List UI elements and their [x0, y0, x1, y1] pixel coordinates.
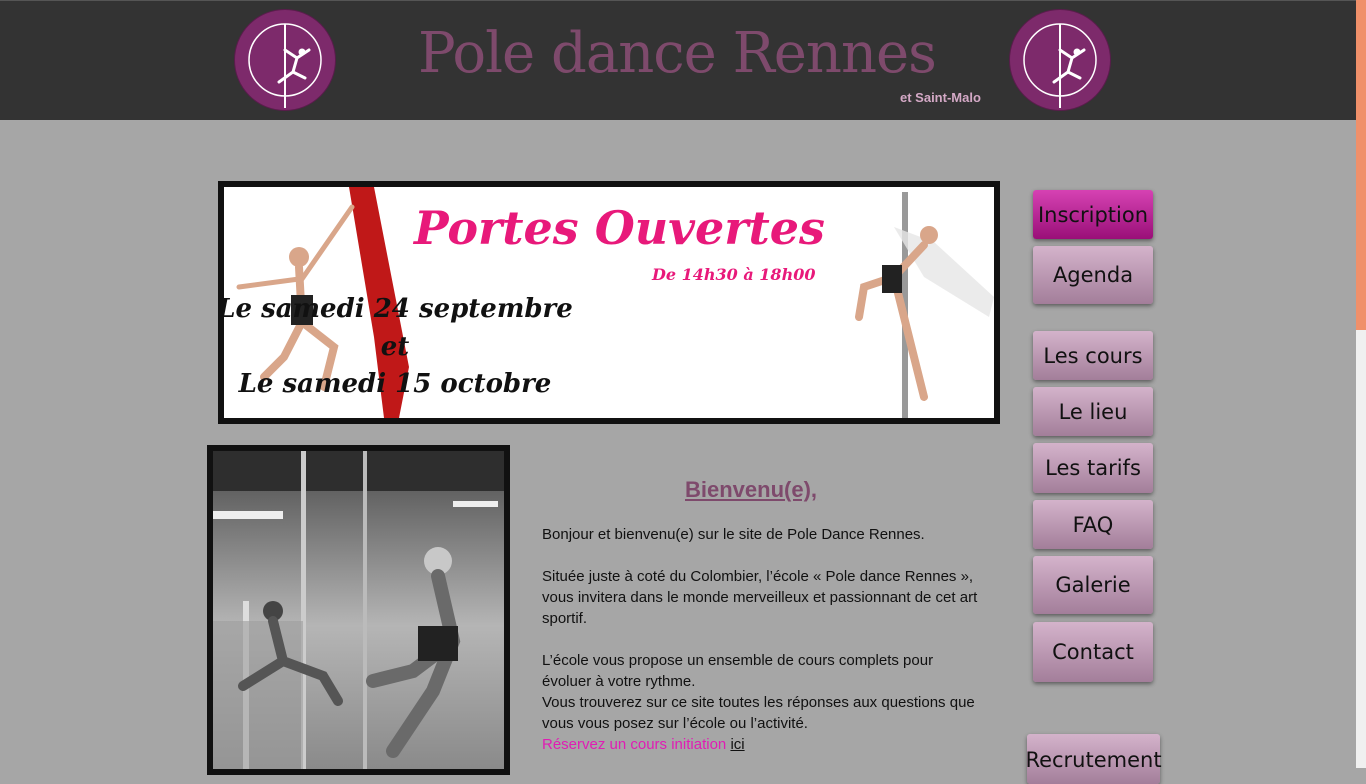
nav-faq-button[interactable]: FAQ [1033, 500, 1153, 549]
nav-agenda-button[interactable]: Agenda [1033, 246, 1153, 304]
welcome-title: Bienvenu(e), [685, 477, 818, 502]
logo-right[interactable] [1009, 9, 1111, 111]
nav-galerie-button[interactable]: Galerie [1033, 556, 1153, 614]
booking-cta: Réservez un cours initiation ici [542, 734, 982, 755]
studio-photo-image [213, 451, 504, 769]
banner-content: Portes Ouvertes De 14h30 à 18h00 Le same… [224, 187, 994, 418]
nav-lieu-button[interactable]: Le lieu [1033, 387, 1153, 436]
booking-cta-text: Réservez un cours initiation [542, 736, 731, 753]
site-title: Pole dance Rennes [418, 21, 937, 86]
studio-photo [207, 445, 510, 775]
site-subtitle: et Saint-Malo [900, 90, 981, 105]
intro-text: Bonjour et bienvenu(e) sur le site de Po… [542, 524, 982, 755]
site-header: Pole dance Rennes et Saint-Malo [0, 0, 1356, 120]
banner-title: Portes Ouvertes [414, 201, 825, 255]
booking-link[interactable]: ici [730, 736, 744, 753]
intro-paragraph: Vous trouverez sur ce site toutes les ré… [542, 694, 975, 732]
nav-recrutement-button[interactable]: Recrutement [1025, 734, 1162, 784]
nav-cours-button[interactable]: Les cours [1033, 331, 1153, 380]
nav-contact-button[interactable]: Contact [1033, 622, 1153, 682]
pole-dancer-icon [1023, 23, 1097, 108]
open-day-banner: Portes Ouvertes De 14h30 à 18h00 Le same… [218, 181, 1000, 424]
logo-left[interactable] [234, 9, 336, 111]
intro-paragraph: L’école vous propose un ensemble de cour… [542, 652, 934, 690]
scrollbar-thumb[interactable] [1356, 0, 1366, 330]
dancers-photo-illustration [213, 451, 504, 769]
banner-date-1: Le samedi 24 septembre [224, 294, 573, 324]
pole-dancer-icon [248, 23, 322, 108]
intro-paragraph: Située juste à coté du Colombier, l’écol… [542, 568, 978, 627]
nav-inscription-button[interactable]: Inscription [1033, 190, 1153, 239]
intro-paragraph: Bonjour et bienvenu(e) sur le site de Po… [542, 526, 925, 543]
banner-time: De 14h30 à 18h00 [652, 265, 816, 284]
pole-dancer-illustration [855, 192, 994, 418]
scrollbar[interactable] [1356, 0, 1366, 768]
banner-conjunction: et [380, 332, 410, 362]
banner-date-2: Le samedi 15 octobre [238, 369, 552, 399]
nav-tarifs-button[interactable]: Les tarifs [1033, 443, 1153, 493]
